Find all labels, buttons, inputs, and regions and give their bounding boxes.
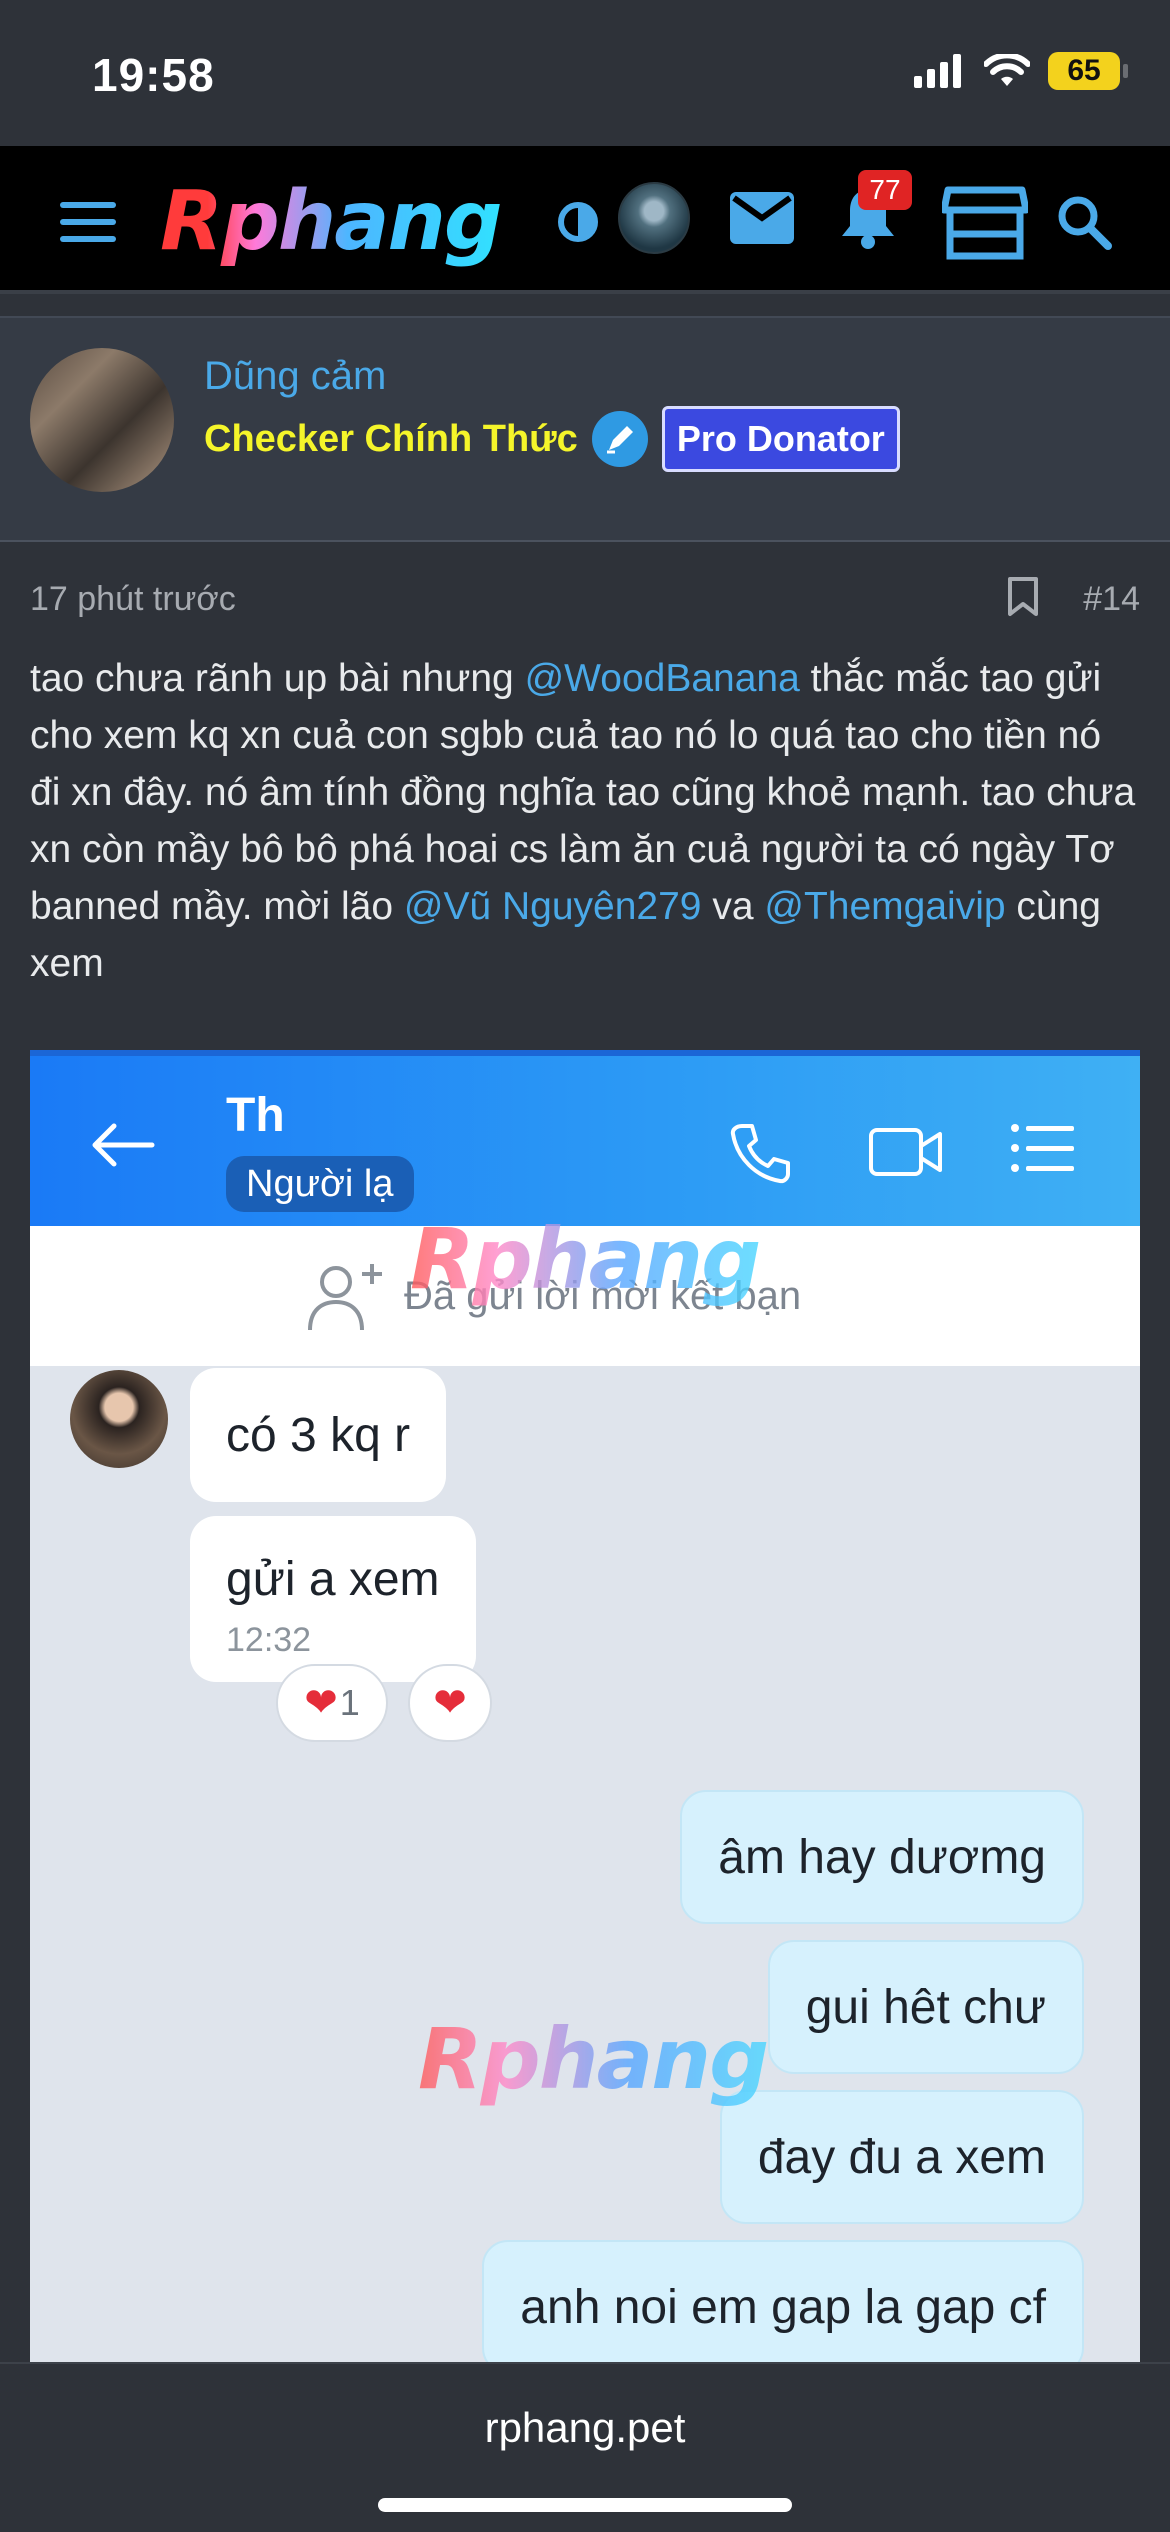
friend-request-text: Đã gửi lời mời kết bạn — [404, 1274, 802, 1318]
mention-link[interactable]: @Vũ Nguyên279 — [404, 885, 702, 928]
status-bar: 19:58 65 — [0, 0, 1170, 146]
home-indicator[interactable] — [378, 2498, 792, 2512]
post-number-link[interactable]: #14 — [1083, 580, 1140, 619]
author-name[interactable]: Dũng cảm — [204, 354, 386, 399]
incoming-message: có 3 kq r — [190, 1368, 447, 1502]
friend-request-bar: Đã gửi lời mời kết bạn — [30, 1226, 1140, 1366]
search-icon[interactable] — [1056, 194, 1112, 250]
site-header: Rphang 77 — [0, 146, 1170, 294]
contact-avatar — [70, 1370, 168, 1468]
chat-contact-name: Th — [226, 1089, 285, 1142]
signal-icon — [914, 54, 961, 88]
author-user-title: Checker Chính Thức — [204, 417, 578, 460]
battery-level: 65 — [1067, 54, 1101, 87]
site-logo[interactable]: Rphang — [160, 174, 503, 269]
user-avatar[interactable] — [618, 182, 690, 254]
message-text: đay đu a xem — [757, 2130, 1046, 2184]
incoming-message: gửi a xem 12:32 — [190, 1516, 476, 1682]
reaction-number: 1 — [339, 1682, 360, 1723]
attached-chat-screenshot[interactable]: Th Người lạ Đã gửi lời mời kết bạn Rphan… — [30, 1050, 1140, 2362]
wifi-icon — [984, 54, 1030, 86]
outgoing-message: gui hêt chư — [767, 1940, 1084, 2074]
reaction-count: ❤ 1 — [276, 1664, 388, 1742]
post-meta: 17 phút trước #14 — [30, 576, 1140, 620]
post-text: tao chưa rãnh up bài nhưng — [30, 657, 525, 700]
heart-icon: ❤ — [433, 1681, 467, 1725]
heart-icon: ❤ — [304, 1681, 338, 1725]
status-time: 19:58 — [92, 49, 215, 101]
message-text: có 3 kq r — [226, 1408, 411, 1462]
verified-checker-icon — [591, 411, 648, 467]
post-text: va — [701, 885, 765, 928]
phone-icon — [730, 1124, 790, 1184]
watermark-logo: Rphang — [418, 2010, 769, 2108]
message-text: âm hay dươmg — [718, 1830, 1046, 1884]
theme-toggle-icon[interactable] — [556, 200, 600, 244]
post-body: tao chưa rãnh up bài nhưng @WoodBanana t… — [30, 650, 1140, 992]
status-icons: 65 — [914, 52, 1128, 90]
message-text: anh noi em gap la gap cf — [520, 2280, 1046, 2334]
author-title-row: Checker Chính Thức Pro Donator — [204, 406, 900, 472]
battery-icon: 65 — [1048, 52, 1128, 90]
outgoing-message: âm hay dươmg — [680, 1790, 1084, 1924]
menu-icon[interactable] — [60, 202, 116, 242]
reaction-button: ❤ — [408, 1664, 492, 1742]
bookmark-icon[interactable] — [1006, 576, 1040, 618]
notification-count-badge: 77 — [858, 170, 912, 210]
message-text: gui hêt chư — [805, 1980, 1046, 2034]
browser-address-bar[interactable]: rphang.pet — [0, 2362, 1170, 2532]
mention-link[interactable]: @WoodBanana — [525, 657, 800, 700]
video-call-icon — [869, 1128, 942, 1176]
message-time: 12:32 — [226, 1621, 312, 1659]
outgoing-message: anh noi em gap la gap cf — [482, 2240, 1084, 2362]
mention-link[interactable]: @Themgaivip — [764, 885, 1005, 928]
chat-header: Th Người lạ — [30, 1050, 1140, 1226]
store-icon[interactable] — [942, 186, 1028, 260]
post-timestamp[interactable]: 17 phút trước — [30, 580, 236, 619]
stranger-tag: Người lạ — [226, 1156, 414, 1212]
outgoing-message: đay đu a xem — [719, 2090, 1084, 2224]
pro-donator-badge: Pro Donator — [661, 406, 900, 472]
mail-icon[interactable] — [730, 192, 794, 244]
message-text: gửi a xem — [226, 1553, 440, 1606]
author-card: Dũng cảm Checker Chính Thức Pro Donator — [0, 316, 1170, 542]
author-avatar[interactable] — [30, 348, 174, 492]
back-arrow-icon — [92, 1123, 155, 1167]
list-menu-icon — [1011, 1124, 1074, 1172]
add-friend-icon — [308, 1264, 382, 1331]
url-text[interactable]: rphang.pet — [0, 2404, 1170, 2452]
